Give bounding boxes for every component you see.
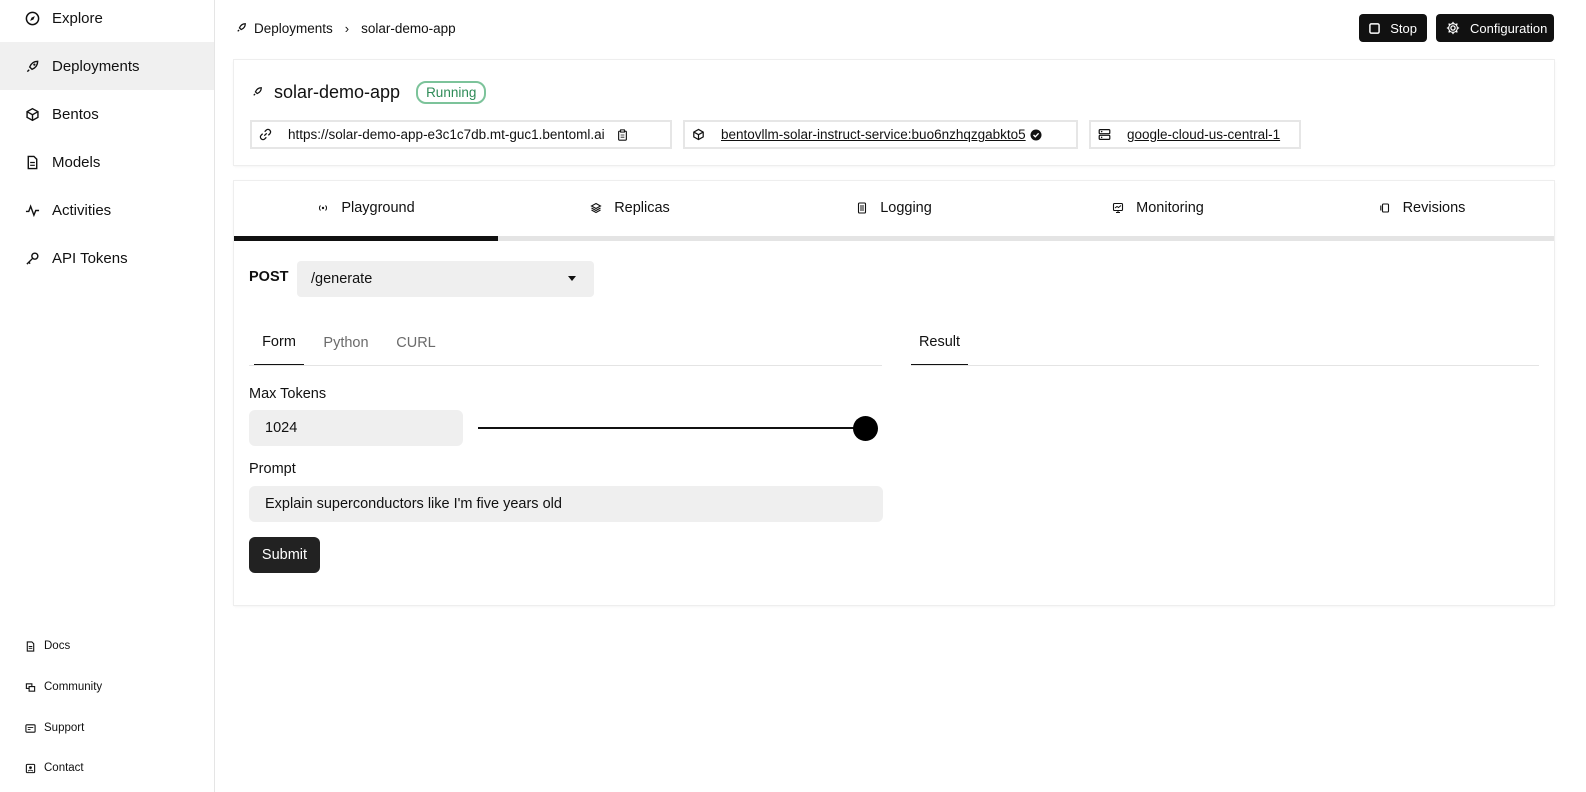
- footer-link-contact[interactable]: Contact: [0, 756, 214, 780]
- tab-indicator-active: [234, 236, 498, 241]
- result-tab[interactable]: Result: [911, 320, 968, 366]
- code-tab-label: Form: [262, 334, 296, 350]
- code-tab-label: Python: [323, 335, 369, 351]
- result-tab-label: Result: [918, 334, 961, 350]
- cluster-link[interactable]: google-cloud-us-central-1: [1127, 127, 1280, 142]
- sidebar-item-api-tokens[interactable]: API Tokens: [0, 234, 214, 282]
- community-icon: [24, 681, 36, 693]
- code-tab-curl[interactable]: CURL: [392, 320, 440, 366]
- file-icon: [24, 154, 40, 170]
- breadcrumb: Deployments › solar-demo-app: [236, 18, 456, 38]
- breadcrumb-current: solar-demo-app: [361, 20, 456, 36]
- footer-link-community[interactable]: Community: [0, 675, 214, 699]
- log-icon: [856, 202, 868, 214]
- compass-icon: [24, 10, 40, 26]
- doc-icon: [24, 640, 36, 652]
- key-icon: [24, 250, 40, 266]
- stop-icon: [1369, 21, 1380, 35]
- cluster-chip: google-cloud-us-central-1: [1089, 120, 1301, 149]
- sidebar-item-label: Bentos: [52, 105, 99, 123]
- http-method: POST: [249, 269, 289, 285]
- endpoint-url[interactable]: https://solar-demo-app-e3c1c7db.mt-guc1.…: [288, 127, 605, 142]
- activity-icon: [24, 202, 40, 218]
- sidebar-item-label: Activities: [52, 201, 112, 219]
- server-icon: [1097, 128, 1111, 142]
- sidebar-item-label: API Tokens: [52, 249, 128, 267]
- deployment-title-row: solar-demo-app Running: [252, 80, 487, 104]
- footer-link-support[interactable]: Support: [0, 716, 214, 740]
- tab-label: Playground: [341, 200, 415, 216]
- tab-label: Revisions: [1402, 200, 1466, 216]
- endpoint-select[interactable]: /generate: [297, 261, 594, 297]
- result-tabs-divider: [911, 365, 1539, 366]
- playground-card: [234, 181, 1554, 605]
- footer-link-docs[interactable]: Docs: [0, 634, 214, 658]
- box-icon: [691, 128, 705, 142]
- broadcast-icon: [317, 202, 329, 214]
- rocket-icon: [24, 58, 40, 74]
- max-tokens-slider-thumb[interactable]: [853, 416, 878, 441]
- sidebar-item-label: Explore: [52, 9, 103, 27]
- max-tokens-input[interactable]: 1024: [249, 410, 463, 446]
- max-tokens-label: Max Tokens: [249, 386, 327, 402]
- submit-button-label: Submit: [261, 547, 308, 563]
- tab-label: Replicas: [614, 200, 670, 216]
- contact-icon: [24, 762, 36, 774]
- sidebar-item-explore[interactable]: Explore: [0, 0, 214, 42]
- support-icon: [24, 722, 36, 734]
- tab-replicas[interactable]: Replicas: [498, 180, 762, 236]
- footer-link-label: Support: [44, 722, 85, 734]
- max-tokens-value: 1024: [265, 420, 298, 436]
- tab-monitoring[interactable]: Monitoring: [1026, 180, 1290, 236]
- verified-icon: [1030, 129, 1042, 141]
- breadcrumb-link-deployments[interactable]: Deployments: [254, 21, 333, 36]
- tab-label: Logging: [880, 200, 932, 216]
- bento-chip: bentovllm-solar-instruct-service:buo6nzh…: [683, 120, 1078, 149]
- gear-icon: [1446, 21, 1460, 35]
- monitor-icon: [1112, 202, 1124, 214]
- bento-link[interactable]: bentovllm-solar-instruct-service:buo6nzh…: [721, 127, 1026, 142]
- rocket-icon: [252, 86, 264, 98]
- sidebar-item-deployments[interactable]: Deployments: [0, 42, 214, 90]
- submit-button[interactable]: Submit: [249, 537, 320, 573]
- prompt-label: Prompt: [249, 461, 296, 477]
- code-tab-form[interactable]: Form: [254, 320, 304, 366]
- tab-revisions[interactable]: Revisions: [1290, 180, 1554, 236]
- caret-down-icon: [568, 276, 576, 281]
- tab-logging[interactable]: Logging: [762, 180, 1026, 236]
- link-icon: [258, 128, 272, 142]
- sidebar-item-bentos[interactable]: Bentos: [0, 90, 214, 138]
- box-icon: [24, 106, 40, 122]
- footer-link-label: Contact: [44, 762, 84, 774]
- sidebar-item-activities[interactable]: Activities: [0, 186, 214, 234]
- max-tokens-slider-track[interactable]: [478, 427, 866, 429]
- sidebar: Explore Deployments Bentos Models Activi…: [0, 0, 215, 792]
- footer-link-label: Community: [44, 681, 103, 693]
- sidebar-item-models[interactable]: Models: [0, 138, 214, 186]
- layers-icon: [590, 202, 602, 214]
- tab-label: Monitoring: [1136, 200, 1204, 216]
- deployment-info-card: [234, 60, 1554, 165]
- prompt-value: Explain superconductors like I'm five ye…: [265, 496, 562, 512]
- tab-playground[interactable]: Playground: [234, 180, 498, 236]
- prompt-input[interactable]: Explain superconductors like I'm five ye…: [249, 486, 883, 522]
- status-badge: Running: [416, 80, 487, 104]
- sidebar-item-label: Deployments: [52, 57, 140, 75]
- configuration-button[interactable]: Configuration: [1436, 14, 1554, 42]
- stop-button[interactable]: Stop: [1359, 14, 1427, 42]
- chevron-right-icon: ›: [344, 20, 350, 36]
- clipboard-icon[interactable]: [617, 128, 628, 141]
- endpoint-url-chip: https://solar-demo-app-e3c1c7db.mt-guc1.…: [250, 120, 672, 149]
- stop-button-label: Stop: [1390, 20, 1417, 36]
- deployment-name: solar-demo-app: [274, 81, 401, 102]
- footer-link-label: Docs: [44, 640, 71, 652]
- code-tab-python[interactable]: Python: [318, 320, 374, 366]
- form-tabs-divider: [249, 365, 882, 366]
- endpoint-select-value: /generate: [311, 271, 373, 287]
- sidebar-item-label: Models: [52, 153, 101, 171]
- configuration-button-label: Configuration: [1470, 20, 1548, 36]
- revisions-icon: [1379, 202, 1391, 214]
- rocket-icon: [236, 22, 248, 34]
- code-tab-label: CURL: [396, 335, 436, 351]
